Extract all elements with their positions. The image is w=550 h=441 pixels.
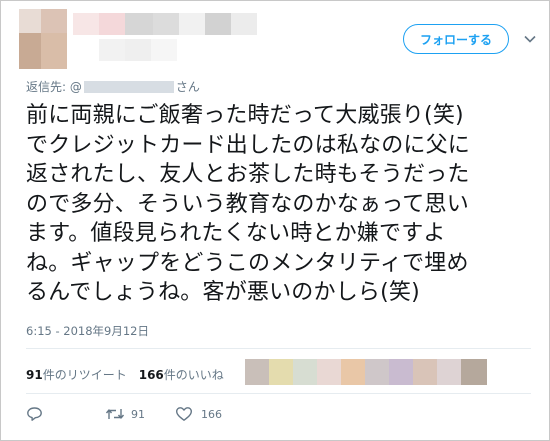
liker-avatar[interactable] xyxy=(461,359,487,385)
like-count: 166 xyxy=(201,407,222,421)
liker-avatar[interactable] xyxy=(245,359,271,385)
follow-button[interactable]: フォローする xyxy=(403,24,509,54)
tweet-timestamp[interactable]: 6:15 - 2018年9月12日 xyxy=(26,323,149,339)
retweet-count: 91 xyxy=(131,407,145,421)
retweet-stat[interactable]: 91件のリツイート xyxy=(26,368,127,382)
tweet-line: でクレジットカード出したのは私なのに父に xyxy=(26,132,471,158)
reply-suffix: さん xyxy=(175,80,200,94)
reply-button[interactable] xyxy=(26,406,43,422)
like-stat-label: 件のいいね xyxy=(163,368,224,382)
tweet-text: 前に両親にご飯奢った時だって大威張り(笑) でクレジットカード出したのは私なのに… xyxy=(26,101,536,308)
tweet-line: るんでしょうね。客が悪いのかしら(笑) xyxy=(26,280,420,305)
liker-avatar[interactable] xyxy=(365,359,391,385)
like-button[interactable]: 166 xyxy=(175,406,222,422)
speech-bubble-icon xyxy=(26,406,43,422)
divider xyxy=(26,348,531,349)
liker-avatar[interactable] xyxy=(269,359,295,385)
liker-avatar[interactable] xyxy=(413,359,439,385)
retweet-button[interactable]: 91 xyxy=(105,406,145,422)
tweet-card: フォローする 返信先: @ さん 前に両親にご飯奢った時だって大威張り(笑) でク… xyxy=(0,0,550,441)
liker-avatar[interactable] xyxy=(437,359,463,385)
like-stat-count: 166 xyxy=(138,368,164,382)
liker-avatar[interactable] xyxy=(317,359,343,385)
replied-username[interactable] xyxy=(83,81,174,93)
account-name[interactable] xyxy=(73,13,273,63)
tweet-stats: 91件のリツイート 166件のいいね xyxy=(26,366,224,383)
tweet-actions: 91 166 xyxy=(1,405,550,427)
retweet-stat-label: 件のリツイート xyxy=(42,368,127,382)
reply-prefix: 返信先: @ xyxy=(26,80,82,94)
heart-icon xyxy=(175,406,193,422)
tweet-line: ね。ギャップをどうこのメンタリティで埋め xyxy=(26,250,469,276)
tweet-line: ます。値段見られたくない時とか嫌ですよ xyxy=(26,221,446,246)
retweet-icon xyxy=(105,406,125,422)
divider xyxy=(26,393,531,394)
liker-avatar[interactable] xyxy=(293,359,319,385)
avatar[interactable] xyxy=(19,9,67,69)
liker-avatar[interactable] xyxy=(341,359,367,385)
chevron-down-icon[interactable] xyxy=(523,31,537,45)
tweet-line: ので多分、そういう教育なのかなぁって思い xyxy=(26,191,469,217)
reply-context: 返信先: @ さん xyxy=(26,78,200,95)
tweet-line: 返されたし、友人とお茶した時もそうだった xyxy=(26,162,470,187)
liker-avatar[interactable] xyxy=(389,359,415,385)
retweet-stat-count: 91 xyxy=(26,368,43,382)
like-stat[interactable]: 166件のいいね xyxy=(139,368,224,382)
tweet-line: 前に両親にご飯奢った時だって大威張り(笑) xyxy=(26,103,464,128)
